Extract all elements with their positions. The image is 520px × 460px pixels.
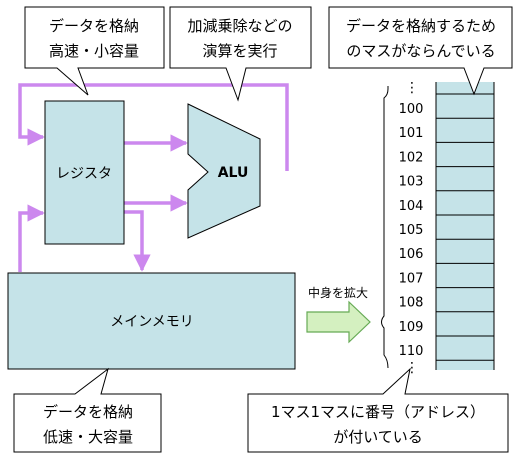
alu-label: ALU	[218, 165, 249, 181]
register-label: レジスタ	[56, 166, 112, 182]
memory-cells-callout-line-1: データを格納するため	[346, 17, 496, 35]
address-label: 104	[399, 199, 424, 214]
address-label: 109	[399, 320, 424, 335]
address-label: 101	[399, 126, 424, 141]
diagram-canvas: レジスタ ALU メインメモリ 中身を拡大 100 101 102 103 104 105…	[7, 6, 513, 453]
register-to-memory-path	[124, 210, 151, 272]
address-callout: 1マス1マスに番号（アドレス） が付いている	[247, 367, 509, 453]
memory-cells-callout: データを格納するため のマスがならんでいる	[328, 6, 513, 96]
address-label: 103	[399, 175, 424, 190]
memory-column	[436, 82, 494, 370]
address-callout-line-2: が付いている	[333, 428, 423, 446]
main-memory-label: メインメモリ	[110, 314, 194, 330]
memory-to-register-path	[18, 204, 45, 272]
ellipsis-top: ⋮	[405, 80, 419, 96]
address-label: 102	[399, 150, 424, 165]
expand-brace	[381, 86, 389, 369]
address-callout-line-1: 1マス1マスに番号（アドレス）	[271, 403, 485, 421]
diagram: レジスタ ALU メインメモリ 中身を拡大 100 101 102 103 104 105…	[0, 0, 520, 460]
register-callout-line-2: 高速・小容量	[49, 42, 139, 60]
expand-label: 中身を拡大	[308, 285, 368, 300]
register-callout-line-1: データを格納	[49, 17, 139, 35]
memory-cells-callout-line-2: のマスがならんでいる	[346, 42, 495, 60]
alu-callout-line-2: 演算を実行	[202, 42, 277, 60]
alu-callout-line-1: 加減乗除などの	[187, 17, 292, 35]
address-label: 108	[399, 296, 424, 311]
address-label: 100	[399, 102, 424, 117]
address-label: 106	[399, 247, 424, 262]
address-label: 107	[399, 271, 424, 286]
address-label: 110	[399, 344, 424, 359]
main-memory-callout-line-2: 低速・大容量	[43, 428, 133, 446]
address-labels: 100 101 102 103 104 105 106 107 108 109 110	[399, 102, 424, 359]
expand-arrow	[306, 300, 371, 344]
address-label: 105	[399, 223, 424, 238]
main-memory-callout: データを格納 低速・大容量	[13, 367, 162, 453]
main-memory-callout-line-1: データを格納	[43, 403, 133, 421]
register-callout: データを格納 高速・小容量	[24, 6, 165, 96]
